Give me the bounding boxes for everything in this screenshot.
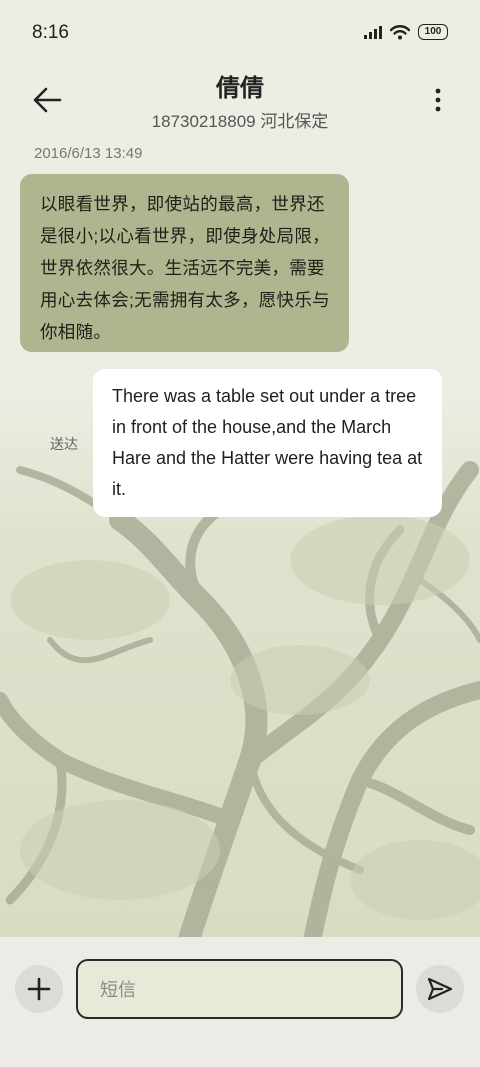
signal-icon bbox=[364, 26, 382, 39]
contact-number: 18730218809 河北保定 bbox=[151, 112, 329, 131]
composer-bar: 短信 bbox=[0, 937, 480, 1067]
conversation-header: 倩倩 18730218809 河北保定 bbox=[0, 60, 480, 140]
battery-level: 100 bbox=[424, 26, 442, 37]
battery-icon: 100 bbox=[418, 24, 448, 40]
contact-info[interactable]: 倩倩 18730218809 河北保定 bbox=[90, 68, 390, 132]
send-icon bbox=[427, 977, 453, 1001]
send-button[interactable] bbox=[416, 965, 464, 1013]
incoming-message-bubble[interactable]: 以眼看世界，即使站的最高，世界还是很小;以心看世界，即使身处局限，世界依然很大。… bbox=[20, 174, 349, 352]
outgoing-message-bubble[interactable]: There was a table set out under a tree i… bbox=[93, 369, 442, 517]
wifi-icon bbox=[390, 25, 410, 40]
message-input-placeholder: 短信 bbox=[100, 980, 136, 1000]
contact-name: 倩倩 bbox=[216, 75, 264, 102]
incoming-message-text: 以眼看世界，即使站的最高，世界还是很小;以心看世界，即使身处局限，世界依然很大。… bbox=[40, 194, 330, 342]
message-input[interactable]: 短信 bbox=[76, 959, 403, 1019]
status-time: 8:16 bbox=[32, 22, 69, 43]
status-icons: 100 bbox=[364, 24, 448, 40]
back-arrow-icon bbox=[33, 87, 62, 113]
message-timestamp: 2016/6/13 13:49 bbox=[34, 145, 143, 162]
back-button[interactable] bbox=[26, 78, 70, 122]
outgoing-message-text: There was a table set out under a tree i… bbox=[112, 386, 423, 499]
delivery-status: 送达 bbox=[50, 436, 78, 452]
add-attachment-button[interactable] bbox=[15, 965, 63, 1013]
more-options-button[interactable] bbox=[426, 78, 450, 122]
status-bar: 8:16 100 bbox=[0, 0, 480, 68]
more-vertical-icon bbox=[435, 88, 441, 112]
plus-icon bbox=[27, 977, 51, 1001]
